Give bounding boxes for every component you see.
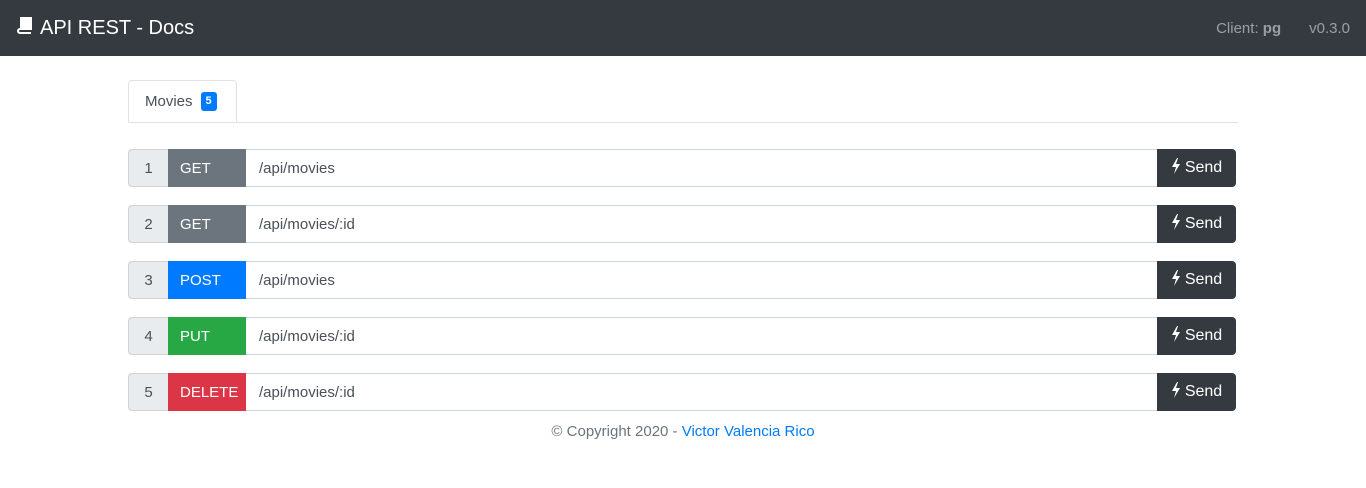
method-badge: PUT [168,317,246,355]
method-badge: GET [168,205,246,243]
endpoint-index: 1 [128,149,168,187]
app-title: API REST - Docs [40,16,195,39]
endpoint-row: 4 PUT /api/movies/:id Send [128,317,1236,355]
endpoint-path[interactable]: /api/movies [246,149,1157,187]
endpoint-index: 2 [128,205,168,243]
endpoint-path[interactable]: /api/movies/:id [246,317,1157,355]
footer: © Copyright 2020 - Victor Valencia Rico [128,423,1238,440]
endpoint-row: 3 POST /api/movies Send [128,261,1236,299]
endpoint-path[interactable]: /api/movies/:id [246,373,1157,411]
send-label: Send [1184,271,1223,288]
bolt-icon [1171,269,1185,291]
tab-bar: Movies 5 [128,80,1238,123]
send-button[interactable]: Send [1157,261,1236,299]
bolt-icon [1171,325,1185,347]
send-button[interactable]: Send [1157,373,1236,411]
tab-movies[interactable]: Movies 5 [128,80,237,122]
endpoint-index: 3 [128,261,168,299]
endpoint-path[interactable]: /api/movies/:id [246,205,1157,243]
book-icon [16,16,40,40]
send-button[interactable]: Send [1157,149,1236,187]
count-badge: 5 [200,91,217,111]
bolt-icon [1171,381,1185,403]
main-content: Movies 5 1 GET /api/movies Send 2 GET /a… [128,56,1238,440]
author-link[interactable]: Victor Valencia Rico [682,423,815,440]
send-label: Send [1184,383,1223,400]
bolt-icon [1171,157,1185,179]
brand[interactable]: API REST - Docs [16,16,194,40]
send-label: Send [1184,159,1223,176]
client-label: Client: [1216,19,1259,37]
navbar: API REST - Docs Client: pg v0.3.0 [0,0,1366,56]
send-button[interactable]: Send [1157,317,1236,355]
endpoint-path[interactable]: /api/movies [246,261,1157,299]
endpoint-index: 4 [128,317,168,355]
endpoint-index: 5 [128,373,168,411]
endpoint-list: 1 GET /api/movies Send 2 GET /api/movies… [128,149,1238,411]
endpoint-row: 2 GET /api/movies/:id Send [128,205,1236,243]
method-badge: DELETE [168,373,246,411]
client-value: pg [1262,19,1282,37]
endpoint-row: 5 DELETE /api/movies/:id Send [128,373,1236,411]
send-label: Send [1184,215,1223,232]
copyright-text: © Copyright 2020 - [551,423,678,440]
tab-label: Movies [145,92,193,110]
method-badge: POST [168,261,246,299]
send-button[interactable]: Send [1157,205,1236,243]
client-info: Client: pg [1216,20,1281,37]
version-label: v0.3.0 [1309,19,1350,37]
endpoint-row: 1 GET /api/movies Send [128,149,1236,187]
send-label: Send [1184,327,1223,344]
bolt-icon [1171,213,1185,235]
method-badge: GET [168,149,246,187]
